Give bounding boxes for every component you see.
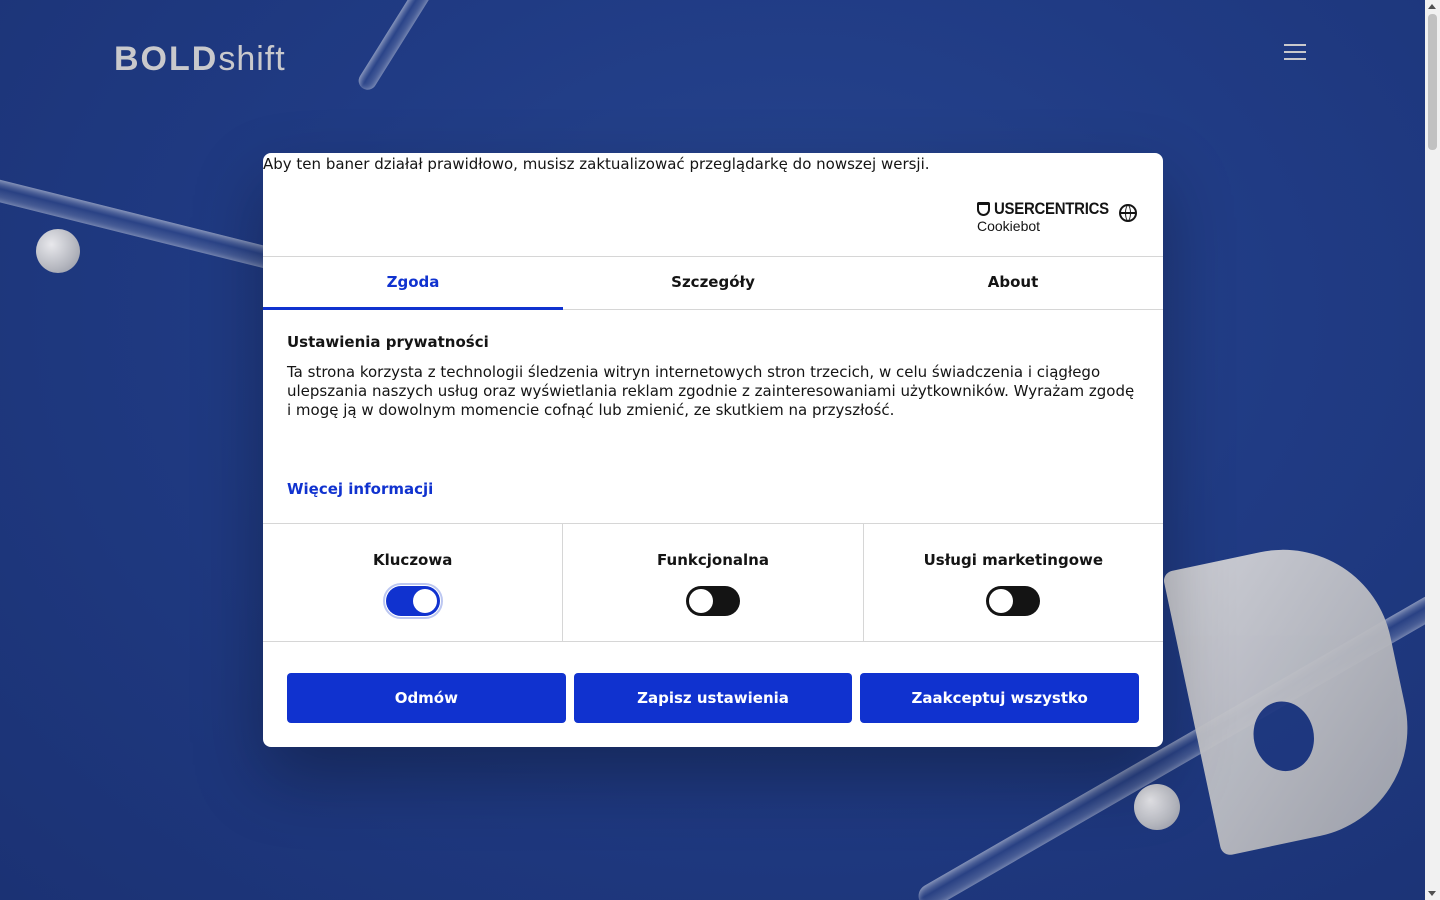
category-label: Funkcjonalna — [657, 551, 769, 569]
site-logo[interactable]: BOLDshift — [114, 40, 286, 79]
consent-tabs: Zgoda Szczegóły About — [263, 256, 1163, 310]
brand-name: USERCENTRICS — [994, 199, 1109, 218]
accept-all-button[interactable]: Zaakceptuj wszystko — [860, 673, 1140, 723]
tab-about[interactable]: About — [863, 257, 1163, 309]
scroll-thumb[interactable] — [1428, 14, 1437, 150]
sphere-decoration — [36, 229, 80, 273]
toggle-knob — [688, 589, 713, 613]
scroll-down-icon[interactable] — [1428, 891, 1436, 896]
page-scrollbar[interactable] — [1425, 0, 1440, 900]
globe-icon[interactable] — [1119, 204, 1137, 222]
privacy-description: Ta strona korzysta z technologii śledzen… — [287, 363, 1135, 419]
deny-button[interactable]: Odmów — [287, 673, 566, 723]
brand-subtitle: Cookiebot — [977, 218, 1041, 234]
category-label: Kluczowa — [372, 551, 453, 569]
toggle-knob — [412, 589, 437, 613]
scroll-up-icon[interactable] — [1428, 4, 1436, 9]
functional-toggle[interactable] — [685, 586, 740, 616]
category-functional: Funkcjonalna — [563, 524, 864, 641]
privacy-heading: Ustawienia prywatności — [287, 333, 489, 351]
cookie-consent-dialog: Aby ten baner działał prawidłowo, musisz… — [263, 153, 1163, 747]
hamburger-menu-icon[interactable] — [1284, 44, 1306, 60]
logo-bold-text: BOLD — [114, 40, 219, 78]
save-settings-button[interactable]: Zapisz ustawienia — [573, 673, 853, 723]
page: BOLDshift Aby ten baner działał prawidło… — [0, 0, 1440, 900]
tab-szczegoly[interactable]: Szczegóły — [563, 257, 863, 309]
more-info-link[interactable]: Więcej informacji — [287, 480, 433, 498]
sphere-decoration — [1134, 784, 1180, 830]
marketing-toggle[interactable] — [986, 586, 1041, 616]
category-marketing: Usługi marketingowe — [864, 524, 1163, 641]
browser-update-notice: Aby ten baner działał prawidłowo, musisz… — [263, 155, 930, 173]
glass-tube-decoration — [355, 0, 445, 94]
consent-categories: Kluczowa Funkcjonalna Usługi marketingow… — [263, 523, 1163, 642]
usercentrics-shield-icon — [977, 202, 990, 216]
consent-content: Ustawienia prywatności Ta strona korzyst… — [287, 333, 1139, 420]
usercentrics-brand: USERCENTRICS Cookiebot — [977, 199, 1125, 234]
letter-b-sculpture — [1162, 529, 1428, 857]
toggle-knob — [989, 589, 1014, 613]
tab-zgoda[interactable]: Zgoda — [263, 257, 563, 310]
category-label: Usługi marketingowe — [923, 551, 1104, 569]
necessary-toggle[interactable] — [382, 583, 443, 619]
logo-light-text: shift — [218, 40, 286, 78]
category-necessary: Kluczowa — [263, 524, 564, 641]
consent-buttons: Odmów Zapisz ustawienia Zaakceptuj wszys… — [287, 673, 1140, 723]
